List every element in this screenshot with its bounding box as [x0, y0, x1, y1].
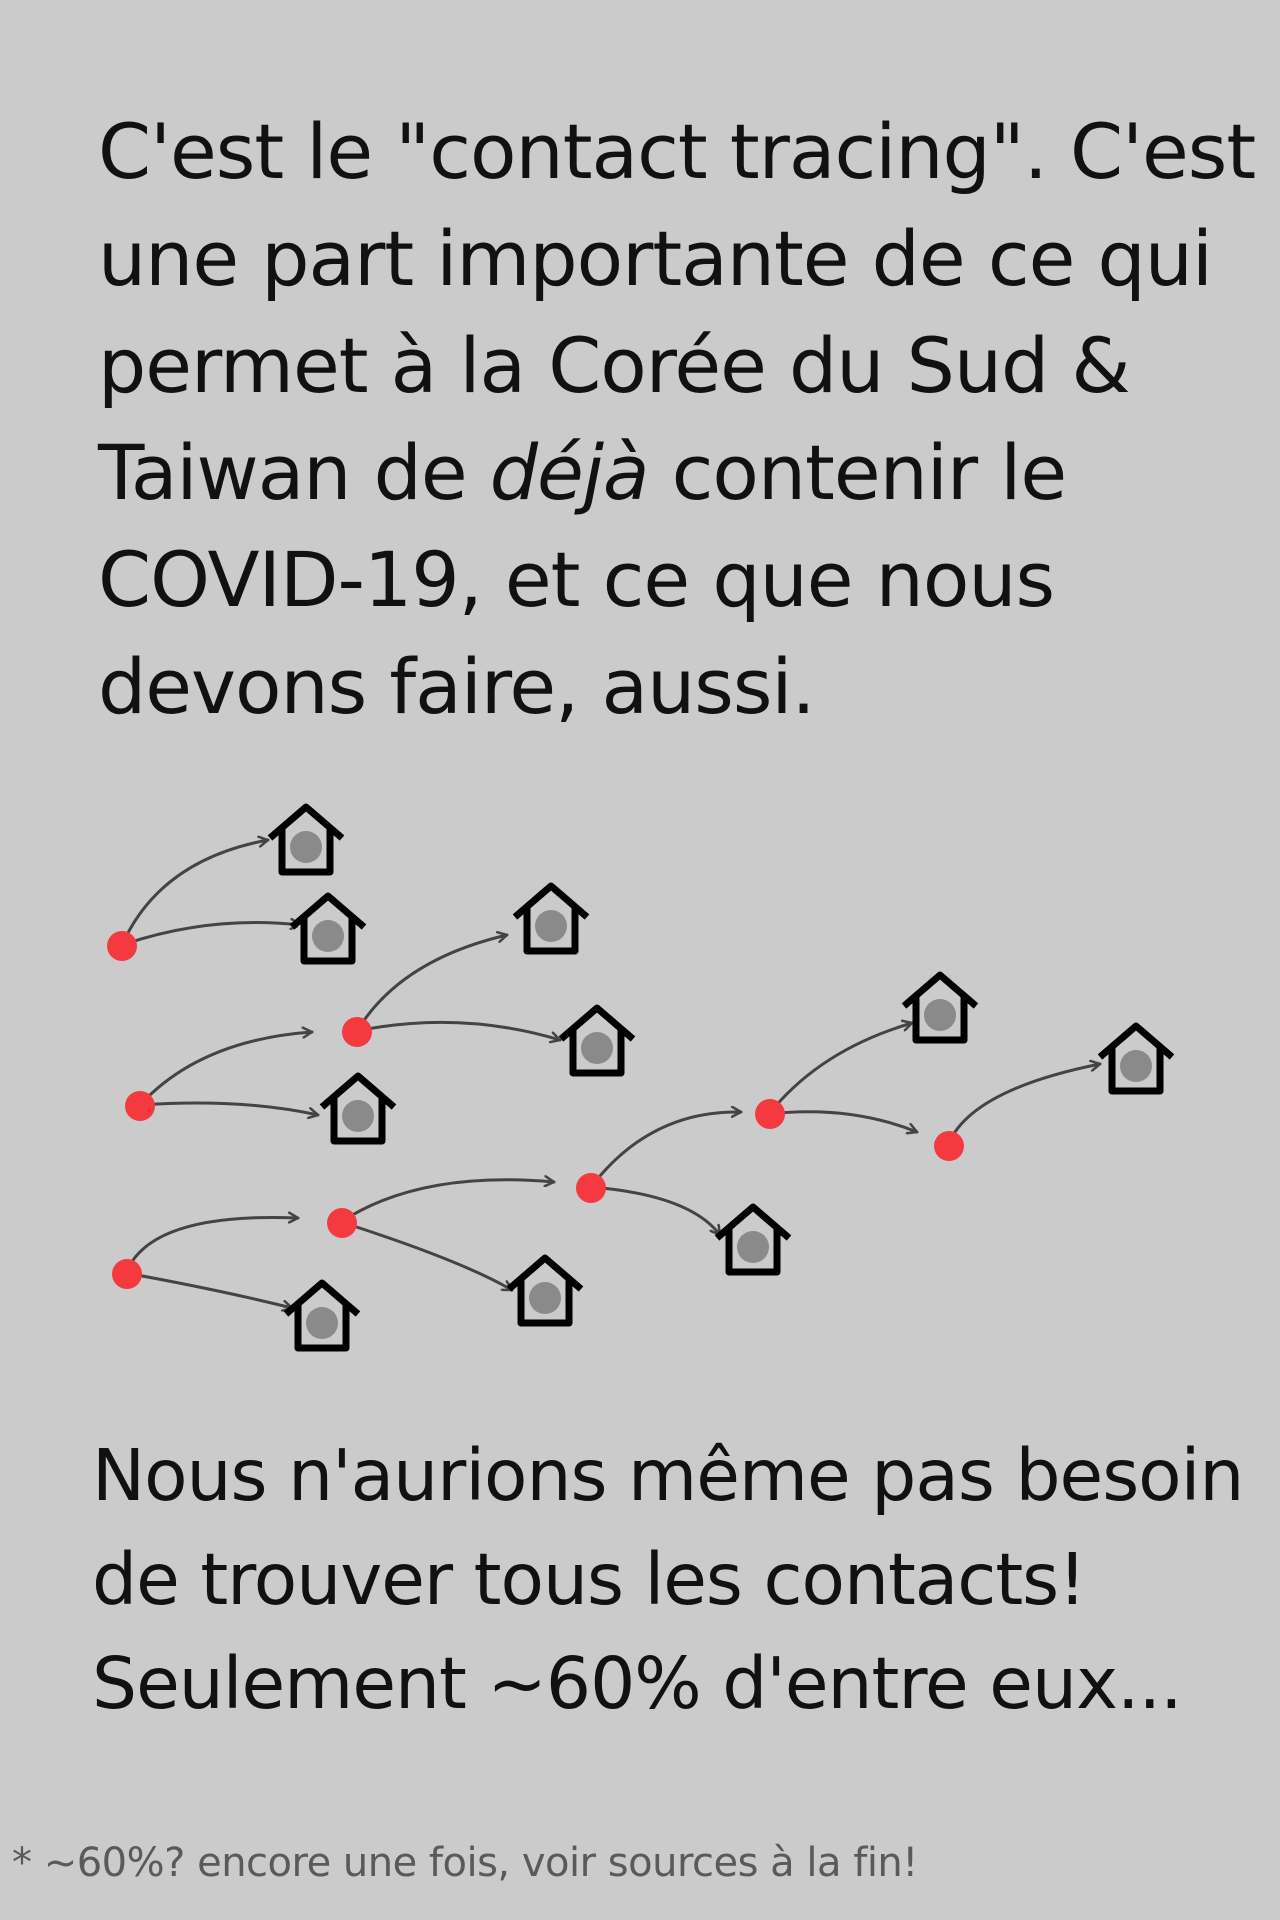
house-icon	[509, 1258, 581, 1323]
outro-text: Nous n'aurions même pas besoin de trouve…	[92, 1434, 1244, 1725]
infected-person	[576, 1173, 606, 1203]
house-icon	[286, 1283, 358, 1348]
arrow	[355, 935, 509, 1033]
infected-person	[107, 931, 137, 961]
house-icon	[1100, 1026, 1172, 1091]
comic-panel: C'est le "contact tracing". C'est une pa…	[0, 0, 1280, 1920]
arrow	[124, 1271, 294, 1308]
arrow	[138, 1032, 314, 1107]
arrow	[767, 1110, 919, 1132]
arrow	[339, 1180, 556, 1224]
house-icon	[292, 896, 364, 961]
arrow	[589, 1185, 722, 1237]
infected-person	[342, 1017, 372, 1047]
arrow	[138, 1101, 320, 1115]
houses	[270, 807, 1172, 1348]
arrow	[120, 923, 302, 947]
infected-person	[112, 1259, 142, 1289]
infected-person	[125, 1091, 155, 1121]
arrow	[767, 1023, 914, 1116]
infected-people	[107, 931, 964, 1289]
house-icon	[561, 1008, 633, 1073]
arrow	[355, 1020, 562, 1040]
arrow	[120, 840, 270, 947]
house-icon	[515, 886, 587, 951]
infected-person	[327, 1208, 357, 1238]
infected-person	[934, 1131, 964, 1161]
house-icon	[270, 807, 342, 872]
house-icon	[904, 975, 976, 1040]
house-icon	[322, 1076, 394, 1141]
infected-person	[755, 1099, 785, 1129]
house-icon	[717, 1207, 789, 1272]
arrow	[946, 1064, 1102, 1147]
arrow	[339, 1220, 514, 1292]
footnote: * ~60%? encore une fois, voir sources à …	[12, 1840, 918, 1886]
arrow	[589, 1112, 743, 1189]
arrow	[124, 1217, 300, 1275]
